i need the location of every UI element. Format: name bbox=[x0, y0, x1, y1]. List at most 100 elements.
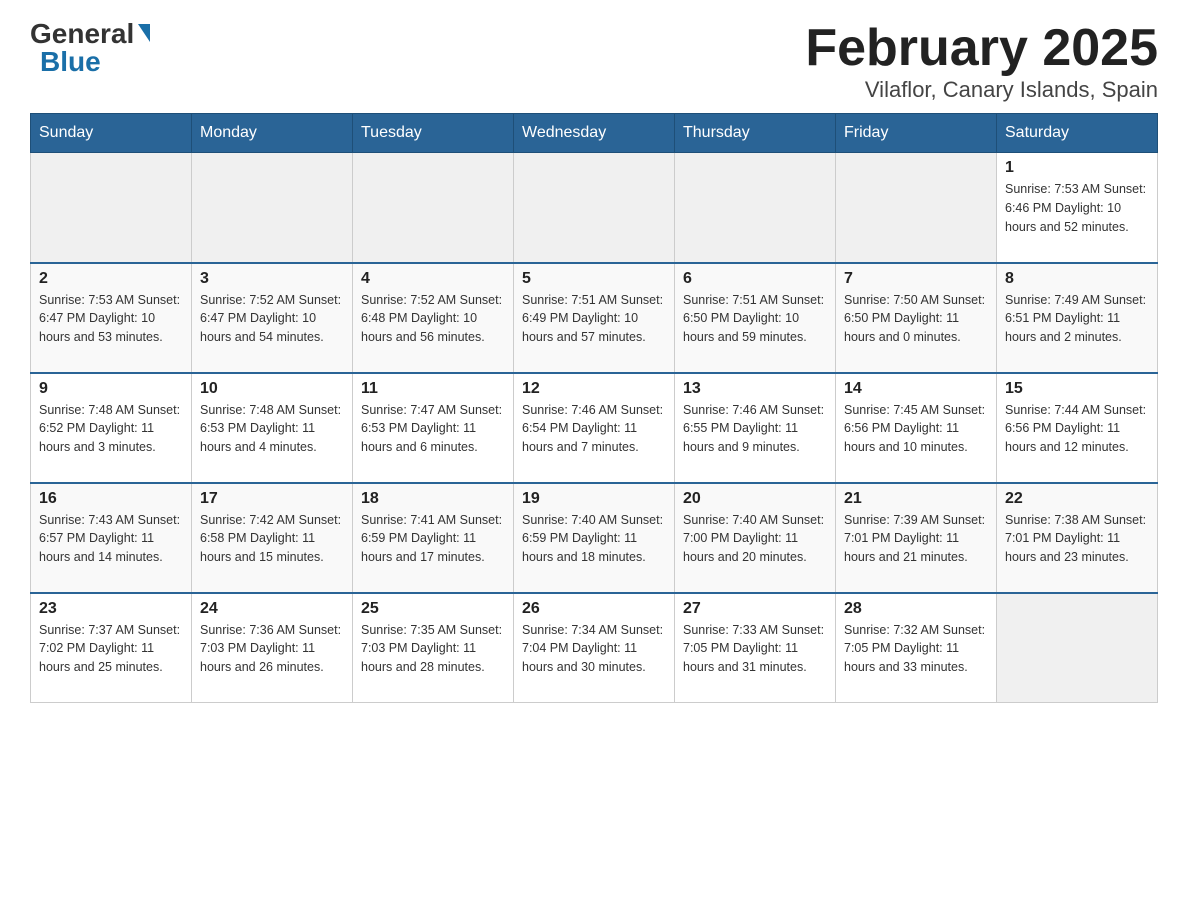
day-info: Sunrise: 7:36 AM Sunset: 7:03 PM Dayligh… bbox=[200, 621, 344, 677]
day-number: 2 bbox=[39, 270, 183, 288]
day-header-friday: Friday bbox=[836, 114, 997, 153]
logo-blue-text: Blue bbox=[40, 48, 101, 76]
day-number: 16 bbox=[39, 490, 183, 508]
day-number: 13 bbox=[683, 380, 827, 398]
calendar-cell: 2 Sunrise: 7:53 AM Sunset: 6:47 PM Daylig… bbox=[31, 263, 192, 373]
day-number: 24 bbox=[200, 600, 344, 618]
day-info: Sunrise: 7:40 AM Sunset: 7:00 PM Dayligh… bbox=[683, 511, 827, 567]
day-info: Sunrise: 7:52 AM Sunset: 6:48 PM Dayligh… bbox=[361, 291, 505, 347]
day-number: 12 bbox=[522, 380, 666, 398]
day-info: Sunrise: 7:48 AM Sunset: 6:52 PM Dayligh… bbox=[39, 401, 183, 457]
logo-general-text: General bbox=[30, 20, 134, 48]
day-info: Sunrise: 7:48 AM Sunset: 6:53 PM Dayligh… bbox=[200, 401, 344, 457]
day-info: Sunrise: 7:49 AM Sunset: 6:51 PM Dayligh… bbox=[1005, 291, 1149, 347]
day-info: Sunrise: 7:45 AM Sunset: 6:56 PM Dayligh… bbox=[844, 401, 988, 457]
calendar-cell: 27 Sunrise: 7:33 AM Sunset: 7:05 PM Dayli… bbox=[675, 593, 836, 703]
day-number: 10 bbox=[200, 380, 344, 398]
day-number: 15 bbox=[1005, 380, 1149, 398]
title-block: February 2025 Vilaflor, Canary Islands, … bbox=[805, 20, 1158, 103]
calendar-cell bbox=[836, 153, 997, 263]
day-header-thursday: Thursday bbox=[675, 114, 836, 153]
subtitle: Vilaflor, Canary Islands, Spain bbox=[805, 77, 1158, 103]
day-number: 19 bbox=[522, 490, 666, 508]
calendar-cell: 6Sunrise: 7:51 AM Sunset: 6:50 PM Daylig… bbox=[675, 263, 836, 373]
day-info: Sunrise: 7:46 AM Sunset: 6:55 PM Dayligh… bbox=[683, 401, 827, 457]
day-number: 5 bbox=[522, 270, 666, 288]
calendar-week-row: 1Sunrise: 7:53 AM Sunset: 6:46 PM Daylig… bbox=[31, 153, 1158, 263]
day-number: 3 bbox=[200, 270, 344, 288]
calendar-cell bbox=[31, 153, 192, 263]
day-number: 4 bbox=[361, 270, 505, 288]
calendar-cell: 26 Sunrise: 7:34 AM Sunset: 7:04 PM Dayli… bbox=[514, 593, 675, 703]
page-header: General Blue February 2025 Vilaflor, Can… bbox=[30, 20, 1158, 103]
calendar-table: SundayMondayTuesdayWednesdayThursdayFrid… bbox=[30, 113, 1158, 703]
day-info: Sunrise: 7:32 AM Sunset: 7:05 PM Dayligh… bbox=[844, 621, 988, 677]
calendar-cell: 10 Sunrise: 7:48 AM Sunset: 6:53 PM Dayli… bbox=[192, 373, 353, 483]
calendar-cell: 13 Sunrise: 7:46 AM Sunset: 6:55 PM Dayli… bbox=[675, 373, 836, 483]
day-number: 28 bbox=[844, 600, 988, 618]
day-info: Sunrise: 7:47 AM Sunset: 6:53 PM Dayligh… bbox=[361, 401, 505, 457]
calendar-cell: 23Sunrise: 7:37 AM Sunset: 7:02 PM Dayli… bbox=[31, 593, 192, 703]
day-info: Sunrise: 7:53 AM Sunset: 6:47 PM Dayligh… bbox=[39, 291, 183, 347]
day-number: 17 bbox=[200, 490, 344, 508]
calendar-cell: 1Sunrise: 7:53 AM Sunset: 6:46 PM Daylig… bbox=[997, 153, 1158, 263]
day-number: 9 bbox=[39, 380, 183, 398]
day-number: 20 bbox=[683, 490, 827, 508]
day-number: 18 bbox=[361, 490, 505, 508]
day-header-sunday: Sunday bbox=[31, 114, 192, 153]
calendar-cell: 11 Sunrise: 7:47 AM Sunset: 6:53 PM Dayli… bbox=[353, 373, 514, 483]
day-info: Sunrise: 7:37 AM Sunset: 7:02 PM Dayligh… bbox=[39, 621, 183, 677]
day-number: 21 bbox=[844, 490, 988, 508]
calendar-header-row: SundayMondayTuesdayWednesdayThursdayFrid… bbox=[31, 114, 1158, 153]
day-info: Sunrise: 7:33 AM Sunset: 7:05 PM Dayligh… bbox=[683, 621, 827, 677]
day-info: Sunrise: 7:50 AM Sunset: 6:50 PM Dayligh… bbox=[844, 291, 988, 347]
calendar-cell: 15 Sunrise: 7:44 AM Sunset: 6:56 PM Dayli… bbox=[997, 373, 1158, 483]
calendar-week-row: 2 Sunrise: 7:53 AM Sunset: 6:47 PM Daylig… bbox=[31, 263, 1158, 373]
calendar-cell: 3Sunrise: 7:52 AM Sunset: 6:47 PM Daylig… bbox=[192, 263, 353, 373]
calendar-cell: 20 Sunrise: 7:40 AM Sunset: 7:00 PM Dayli… bbox=[675, 483, 836, 593]
calendar-cell: 16 Sunrise: 7:43 AM Sunset: 6:57 PM Dayli… bbox=[31, 483, 192, 593]
calendar-cell: 4 Sunrise: 7:52 AM Sunset: 6:48 PM Daylig… bbox=[353, 263, 514, 373]
calendar-week-row: 16 Sunrise: 7:43 AM Sunset: 6:57 PM Dayli… bbox=[31, 483, 1158, 593]
logo: General Blue bbox=[30, 20, 150, 76]
day-number: 11 bbox=[361, 380, 505, 398]
day-info: Sunrise: 7:40 AM Sunset: 6:59 PM Dayligh… bbox=[522, 511, 666, 567]
calendar-cell: 12 Sunrise: 7:46 AM Sunset: 6:54 PM Dayli… bbox=[514, 373, 675, 483]
calendar-cell: 28 Sunrise: 7:32 AM Sunset: 7:05 PM Dayli… bbox=[836, 593, 997, 703]
day-info: Sunrise: 7:41 AM Sunset: 6:59 PM Dayligh… bbox=[361, 511, 505, 567]
day-info: Sunrise: 7:34 AM Sunset: 7:04 PM Dayligh… bbox=[522, 621, 666, 677]
day-info: Sunrise: 7:53 AM Sunset: 6:46 PM Dayligh… bbox=[1005, 180, 1149, 236]
day-number: 27 bbox=[683, 600, 827, 618]
calendar-cell bbox=[675, 153, 836, 263]
day-info: Sunrise: 7:39 AM Sunset: 7:01 PM Dayligh… bbox=[844, 511, 988, 567]
calendar-cell bbox=[192, 153, 353, 263]
day-number: 6 bbox=[683, 270, 827, 288]
calendar-cell: 25 Sunrise: 7:35 AM Sunset: 7:03 PM Dayli… bbox=[353, 593, 514, 703]
calendar-cell bbox=[353, 153, 514, 263]
day-number: 14 bbox=[844, 380, 988, 398]
calendar-cell: 14 Sunrise: 7:45 AM Sunset: 6:56 PM Dayli… bbox=[836, 373, 997, 483]
day-number: 7 bbox=[844, 270, 988, 288]
calendar-cell: 9 Sunrise: 7:48 AM Sunset: 6:52 PM Daylig… bbox=[31, 373, 192, 483]
calendar-cell: 24 Sunrise: 7:36 AM Sunset: 7:03 PM Dayli… bbox=[192, 593, 353, 703]
calendar-cell: 7 Sunrise: 7:50 AM Sunset: 6:50 PM Daylig… bbox=[836, 263, 997, 373]
day-info: Sunrise: 7:35 AM Sunset: 7:03 PM Dayligh… bbox=[361, 621, 505, 677]
day-info: Sunrise: 7:43 AM Sunset: 6:57 PM Dayligh… bbox=[39, 511, 183, 567]
day-info: Sunrise: 7:46 AM Sunset: 6:54 PM Dayligh… bbox=[522, 401, 666, 457]
day-number: 8 bbox=[1005, 270, 1149, 288]
calendar-cell: 19 Sunrise: 7:40 AM Sunset: 6:59 PM Dayli… bbox=[514, 483, 675, 593]
calendar-week-row: 9 Sunrise: 7:48 AM Sunset: 6:52 PM Daylig… bbox=[31, 373, 1158, 483]
day-info: Sunrise: 7:51 AM Sunset: 6:49 PM Dayligh… bbox=[522, 291, 666, 347]
calendar-cell bbox=[514, 153, 675, 263]
day-number: 22 bbox=[1005, 490, 1149, 508]
day-number: 25 bbox=[361, 600, 505, 618]
calendar-week-row: 23Sunrise: 7:37 AM Sunset: 7:02 PM Dayli… bbox=[31, 593, 1158, 703]
day-header-wednesday: Wednesday bbox=[514, 114, 675, 153]
day-info: Sunrise: 7:44 AM Sunset: 6:56 PM Dayligh… bbox=[1005, 401, 1149, 457]
day-number: 26 bbox=[522, 600, 666, 618]
day-info: Sunrise: 7:42 AM Sunset: 6:58 PM Dayligh… bbox=[200, 511, 344, 567]
calendar-cell: 21 Sunrise: 7:39 AM Sunset: 7:01 PM Dayli… bbox=[836, 483, 997, 593]
calendar-cell bbox=[997, 593, 1158, 703]
day-header-tuesday: Tuesday bbox=[353, 114, 514, 153]
main-title: February 2025 bbox=[805, 20, 1158, 77]
